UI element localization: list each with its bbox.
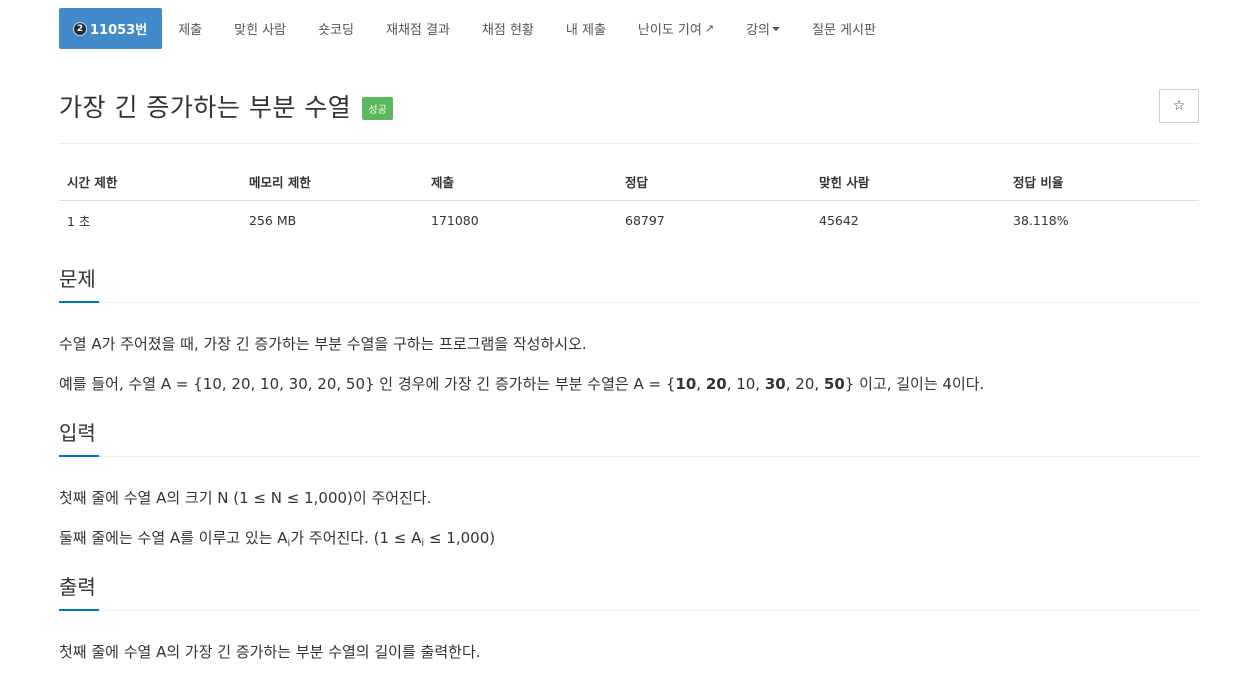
problem-info-table: 시간 제한 메모리 제한 제출 정답 맞힌 사람 정답 비율 1 초 256 M… — [59, 162, 1199, 240]
section-divider — [99, 610, 1199, 611]
nav-rejudge-results[interactable]: 재채점 결과 — [370, 8, 466, 49]
page-title: 가장 긴 증가하는 부분 수열 — [59, 93, 352, 122]
info-header-row: 시간 제한 메모리 제한 제출 정답 맞힌 사람 정답 비율 — [59, 162, 1199, 201]
header-time-limit: 시간 제한 — [59, 162, 241, 201]
title-row: 가장 긴 증가하는 부분 수열 성공 ☆ — [59, 88, 1199, 128]
output-section-title: 출력 — [59, 575, 96, 599]
problem-line2-bold-10: 10 — [675, 375, 697, 393]
nav-short-coding[interactable]: 숏코딩 — [302, 8, 370, 49]
header-accept-ratio: 정답 비율 — [1005, 162, 1199, 201]
problem-section-title: 문제 — [59, 267, 96, 291]
problem-nav: 2 11053번 제출 맞힌 사람 숏코딩 재채점 결과 채점 현황 내 제출 … — [59, 8, 892, 49]
value-submissions: 171080 — [431, 213, 479, 228]
favorite-button[interactable]: ☆ — [1159, 89, 1199, 123]
section-accent-line — [59, 301, 99, 303]
header-solved-users: 맞힌 사람 — [811, 162, 1005, 201]
input-line2-c: ≤ 1,000) — [424, 529, 496, 547]
section-accent-line — [59, 609, 99, 611]
output-section-header: 출력 — [59, 571, 1199, 611]
caret-down-icon — [772, 26, 780, 31]
problem-line2-sep2: , 10, — [726, 375, 765, 393]
section-divider — [99, 302, 1199, 303]
input-line2-b: 가 주어진다. (1 ≤ A — [290, 529, 422, 547]
nav-status[interactable]: 채점 현황 — [466, 8, 550, 49]
section-accent-line — [59, 455, 99, 457]
nav-difficulty-contrib[interactable]: 난이도 기여 ↗ — [622, 8, 730, 49]
input-line2-a: 둘째 줄에는 수열 A를 이루고 있는 A — [59, 529, 288, 547]
status-badge: 성공 — [362, 96, 393, 120]
problem-section-header: 문제 — [59, 263, 1199, 303]
value-memory-limit: 256 MB — [249, 213, 297, 228]
header-submissions: 제출 — [423, 162, 617, 201]
tier-badge-icon: 2 — [73, 21, 87, 36]
header-memory-limit: 메모리 제한 — [241, 162, 423, 201]
nav-problem-id[interactable]: 2 11053번 — [59, 8, 163, 49]
value-accepted: 68797 — [625, 213, 665, 228]
problem-line2-bold-30: 30 — [764, 375, 786, 393]
input-description-line1: 첫째 줄에 수열 A의 크기 N (1 ≤ N ≤ 1,000)이 주어진다. — [59, 489, 432, 507]
nav-my-submissions[interactable]: 내 제출 — [550, 8, 622, 49]
problem-line2-sep3: , 20, — [785, 375, 824, 393]
info-value-row: 1 초 256 MB 171080 68797 45642 38.118% — [59, 201, 1199, 241]
problem-description-line2: 예를 들어, 수열 A = {10, 20, 10, 30, 20, 50} 인… — [59, 373, 984, 394]
output-description-line1: 첫째 줄에 수열 A의 가장 긴 증가하는 부분 수열의 길이를 출력한다. — [59, 643, 481, 661]
input-description-line2: 둘째 줄에는 수열 A를 이루고 있는 Ai가 주어진다. (1 ≤ Ai ≤ … — [59, 527, 495, 549]
nav-lectures-dropdown[interactable]: 강의 — [730, 8, 796, 49]
header-accepted: 정답 — [617, 162, 811, 201]
problem-line2-prefix: 예를 들어, 수열 A = {10, 20, 10, 30, 20, 50} 인… — [59, 375, 676, 393]
problem-line2-bold-20: 20 — [705, 375, 727, 393]
problem-line2-suffix: } 이고, 길이는 4이다. — [844, 375, 985, 393]
problem-line2-sep1: , — [696, 375, 706, 393]
nav-solved-users[interactable]: 맞힌 사람 — [218, 8, 302, 49]
value-time-limit: 1 초 — [67, 214, 91, 229]
problem-description-line1: 수열 A가 주어졌을 때, 가장 긴 증가하는 부분 수열을 구하는 프로그램을… — [59, 335, 587, 353]
title-divider — [59, 143, 1199, 144]
nav-problem-id-label: 11053번 — [90, 23, 148, 38]
star-icon: ☆ — [1172, 98, 1186, 114]
value-solved-users: 45642 — [819, 213, 859, 228]
section-divider — [99, 456, 1199, 457]
problem-line2-bold-50: 50 — [823, 375, 845, 393]
nav-qna-board[interactable]: 질문 게시판 — [796, 8, 892, 49]
input-section-title: 입력 — [59, 421, 96, 445]
nav-difficulty-contrib-label: 난이도 기여 — [637, 23, 702, 38]
nav-submit[interactable]: 제출 — [162, 8, 218, 49]
input-section-header: 입력 — [59, 417, 1199, 457]
nav-lectures-label: 강의 — [746, 23, 770, 38]
external-link-icon: ↗ — [704, 22, 715, 35]
value-accept-ratio: 38.118% — [1013, 213, 1069, 228]
